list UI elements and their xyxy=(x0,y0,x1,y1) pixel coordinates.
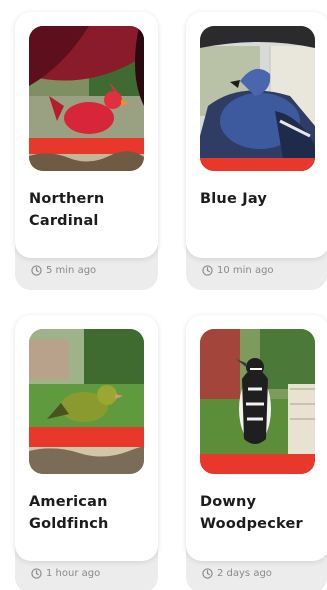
bird-name-line1: Northern xyxy=(29,191,105,207)
bird-photo-cardinal[interactable] xyxy=(29,26,144,171)
clock-icon xyxy=(202,568,213,579)
card-body[interactable]: Blue Jay xyxy=(186,12,327,258)
clock-icon xyxy=(31,568,42,579)
bird-name: Northern Cardinal xyxy=(29,188,154,232)
bird-sightings-grid: Northern Cardinal 5 min ago Blue Jay 10 … xyxy=(0,0,327,590)
sighting-time: 10 min ago xyxy=(202,265,274,276)
card-body[interactable]: American Goldfinch xyxy=(15,315,158,561)
bird-name: Blue Jay xyxy=(200,188,325,210)
bird-name: American Goldfinch xyxy=(29,491,154,535)
bird-name-line1: Blue Jay xyxy=(200,191,268,207)
bird-name-line2: Cardinal xyxy=(29,213,99,229)
bird-photo-blue-jay[interactable] xyxy=(200,26,315,171)
bird-photo-downy-woodpecker[interactable] xyxy=(200,329,315,474)
bird-name-line1: Downy xyxy=(200,494,257,510)
sighting-time: 1 hour ago xyxy=(31,568,100,579)
bird-name: Downy Woodpecker xyxy=(200,491,325,535)
bird-photo-goldfinch[interactable] xyxy=(29,329,144,474)
clock-icon xyxy=(31,265,42,276)
sighting-time-text: 2 days ago xyxy=(217,568,272,579)
bird-name-line2: Woodpecker xyxy=(200,516,303,532)
bird-name-line2: Goldfinch xyxy=(29,516,109,532)
card-body[interactable]: Downy Woodpecker xyxy=(186,315,327,561)
card-body[interactable]: Northern Cardinal xyxy=(15,12,158,258)
sighting-time-text: 1 hour ago xyxy=(46,568,101,579)
sighting-time: 2 days ago xyxy=(202,568,272,579)
bird-name-line1: American xyxy=(29,494,108,510)
sighting-time-text: 10 min ago xyxy=(217,265,274,276)
sighting-time-text: 5 min ago xyxy=(46,265,97,276)
clock-icon xyxy=(202,265,213,276)
sighting-time: 5 min ago xyxy=(31,265,96,276)
